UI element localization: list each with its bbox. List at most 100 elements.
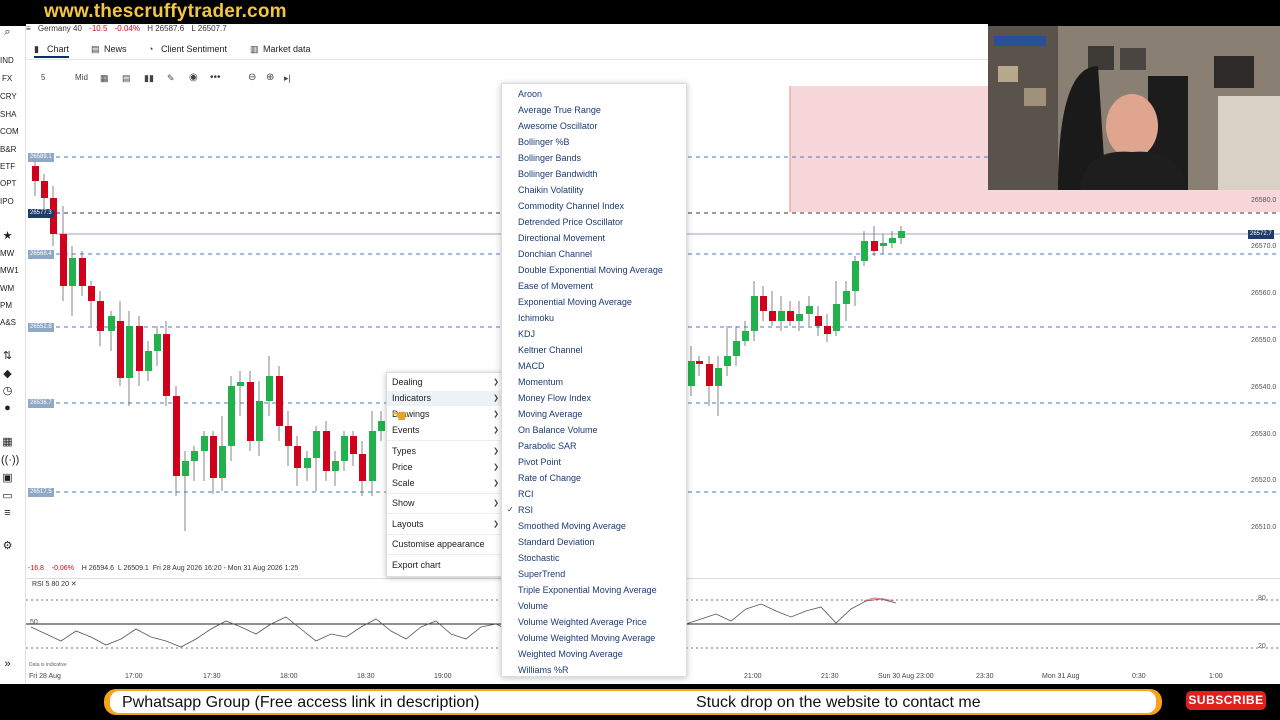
tab-client-sentiment[interactable]: ◔ Client Sentiment (148, 42, 227, 58)
tab-news[interactable]: ▤ News (91, 42, 127, 58)
indicator-option[interactable]: Keltner Channel (502, 342, 688, 358)
ir-icon[interactable]: ▣ (1, 472, 14, 485)
menu-item-dealing[interactable]: Dealing ❯ (387, 375, 505, 390)
indicator-option[interactable]: Moving Average (502, 406, 688, 422)
star-icon[interactable]: ★ (1, 230, 14, 243)
sidebar-item-wm[interactable]: WM (0, 284, 26, 293)
gear-icon[interactable]: ⚙ (1, 540, 14, 553)
eye-icon[interactable]: ◉ (189, 70, 198, 86)
indicator-option[interactable]: Exponential Moving Average (502, 294, 688, 310)
sidebar-item-mw[interactable]: MW (0, 249, 26, 258)
menu-item-price[interactable]: Price ❯ (387, 460, 505, 475)
indicator-option[interactable]: Aroon (502, 86, 688, 102)
indicator-option[interactable]: Commodity Channel Index (502, 198, 688, 214)
close-icon[interactable]: ✕ (71, 581, 77, 588)
sidebar-item-as[interactable]: A&S (0, 318, 26, 327)
sliders-icon[interactable]: ≡ (1, 507, 14, 520)
indicator-option[interactable]: ✓ RSI (502, 502, 688, 518)
menu-item-scale[interactable]: Scale ❯ (387, 476, 505, 491)
tab-market-data[interactable]: ▥ Market data (250, 42, 311, 58)
indicator-option[interactable]: RCI (502, 486, 688, 502)
sidebar-item-ind[interactable]: IND (0, 56, 26, 65)
indicator-option[interactable]: Parabolic SAR (502, 438, 688, 454)
indicator-option[interactable]: Donchian Channel (502, 246, 688, 262)
subscribe-button[interactable]: SUBSCRIBE (1186, 691, 1266, 710)
indicator-option[interactable]: Money Flow Index (502, 390, 688, 406)
indicator-option[interactable]: Chaikin Volatility (502, 182, 688, 198)
indicator-option[interactable]: KDJ (502, 326, 688, 342)
chevron-right-icon: ❯ (493, 500, 499, 507)
indicators-icon[interactable]: ▤ (122, 70, 131, 86)
menu-icon[interactable]: ≡ (26, 24, 31, 33)
tab-chart[interactable]: ▮ Chart (34, 42, 70, 58)
top-banner: www.thescruffytrader.com (0, 0, 1280, 26)
price-type-selector[interactable]: Mid (75, 70, 88, 86)
indicator-option[interactable]: Rate of Change (502, 470, 688, 486)
menu-item-export-chart[interactable]: Export chart (387, 558, 505, 573)
indicator-option[interactable]: Average True Range (502, 102, 688, 118)
indicator-option[interactable]: Directional Movement (502, 230, 688, 246)
zoom-out-icon[interactable]: ⊖ (248, 70, 256, 86)
candle-body (304, 458, 311, 468)
calendar-icon[interactable]: ▦ (1, 436, 14, 449)
menu-item-show[interactable]: Show ❯ (387, 496, 505, 511)
sidebar-item-ipo[interactable]: IPO (0, 197, 26, 206)
pencil-icon[interactable]: ✎ (167, 70, 175, 86)
sidebar-item-br[interactable]: B&R (0, 145, 26, 154)
tag-icon[interactable]: ◆ (1, 368, 14, 381)
indicator-option[interactable]: Detrended Price Oscillator (502, 214, 688, 230)
data-disclaimer: Data is indicative (29, 662, 67, 668)
indicator-option[interactable]: Ease of Movement (502, 278, 688, 294)
indicator-option[interactable]: Momentum (502, 374, 688, 390)
menu-item-types[interactable]: Types ❯ (387, 444, 505, 459)
compare-icon[interactable]: ▦ (100, 70, 109, 86)
menu-item-layouts[interactable]: Layouts ❯ (387, 517, 505, 532)
indicator-option[interactable]: Stochastic (502, 550, 688, 566)
indicator-option[interactable]: Volume Weighted Moving Average (502, 630, 688, 646)
indicator-option[interactable]: Pivot Point (502, 454, 688, 470)
sidebar-item-com[interactable]: COM (0, 127, 26, 136)
indicator-option[interactable]: On Balance Volume (502, 422, 688, 438)
sidebar-item-etf[interactable]: ETF (0, 162, 26, 171)
chart-type-icon[interactable]: ▮▮ (144, 70, 154, 86)
sentiment-icon: ◔ (148, 44, 154, 54)
indicator-option[interactable]: Bollinger Bands (502, 150, 688, 166)
candle-body (760, 296, 767, 311)
clock-icon[interactable]: ◷ (1, 385, 14, 398)
indicator-option[interactable]: Volume (502, 598, 688, 614)
bell-icon[interactable]: ● (1, 402, 14, 415)
menu-item-customise-appearance[interactable]: Customise appearance (387, 537, 505, 552)
webcam-door (1218, 96, 1280, 190)
trades-icon[interactable]: ⇅ (1, 350, 14, 363)
indicator-option[interactable]: Ichimoku (502, 310, 688, 326)
indicator-option[interactable]: Bollinger Bandwidth (502, 166, 688, 182)
indicator-option[interactable]: Volume Weighted Average Price (502, 614, 688, 630)
sidebar-item-opt[interactable]: OPT (0, 179, 26, 188)
instrument-name[interactable]: Germany 40 (38, 24, 82, 33)
candle-body (79, 258, 86, 286)
indicator-option[interactable]: Weighted Moving Average (502, 646, 688, 662)
sidebar-item-mw1[interactable]: MW1 (0, 266, 26, 275)
sidebar-item-pm[interactable]: PM (0, 301, 26, 310)
indicator-option[interactable]: MACD (502, 358, 688, 374)
indicator-label: Aroon (518, 89, 543, 99)
search-icon[interactable]: ⌕ (1, 26, 14, 39)
zoom-in-icon[interactable]: ⊕ (266, 70, 274, 86)
indicator-option[interactable]: Williams %R (502, 662, 688, 678)
signal-icon[interactable]: ((·)) (1, 454, 19, 467)
reset-icon[interactable]: ▸| (284, 70, 291, 86)
more-icon[interactable]: ••• (210, 70, 221, 86)
sidebar-item-fx[interactable]: FX (2, 74, 28, 83)
indicator-option[interactable]: Smoothed Moving Average (502, 518, 688, 534)
indicator-option[interactable]: Triple Exponential Moving Average (502, 582, 688, 598)
menu-item-indicators[interactable]: Indicators ❯ (387, 391, 505, 406)
indicator-option[interactable]: Double Exponential Moving Average (502, 262, 688, 278)
expand-icon[interactable]: » (1, 658, 14, 671)
indicator-option[interactable]: Standard Deviation (502, 534, 688, 550)
sidebar-item-sha[interactable]: SHA (0, 110, 26, 119)
sidebar-item-cry[interactable]: CRY (0, 92, 26, 101)
folder-icon[interactable]: ▭ (1, 490, 14, 503)
indicator-option[interactable]: SuperTrend (502, 566, 688, 582)
indicator-option[interactable]: Bollinger %B (502, 134, 688, 150)
indicator-option[interactable]: Awesome Oscillator (502, 118, 688, 134)
